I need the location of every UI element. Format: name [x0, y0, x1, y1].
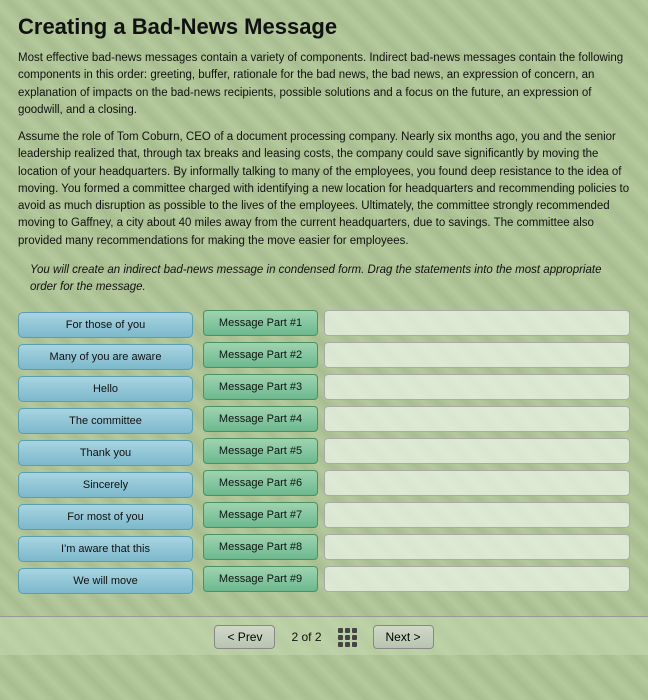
target-slot-8[interactable]: [324, 534, 630, 560]
target-label-2: Message Part #2: [203, 342, 318, 368]
source-many-aware[interactable]: Many of you are aware: [18, 344, 193, 370]
target-label-3: Message Part #3: [203, 374, 318, 400]
source-thank-you[interactable]: Thank you: [18, 440, 193, 466]
source-for-most[interactable]: For most of you: [18, 504, 193, 530]
target-slot-6[interactable]: [324, 470, 630, 496]
next-button[interactable]: Next >: [373, 625, 434, 649]
source-committee[interactable]: The committee: [18, 408, 193, 434]
prev-button[interactable]: < Prev: [214, 625, 275, 649]
scenario-text: Assume the role of Tom Coburn, CEO of a …: [18, 129, 630, 250]
source-we-will[interactable]: We will move: [18, 568, 193, 594]
target-slot-5[interactable]: [324, 438, 630, 464]
page-title: Creating a Bad-News Message: [18, 14, 630, 40]
page-info: 2 of 2: [291, 630, 321, 644]
drag-area: For those of you Many of you are aware H…: [18, 310, 630, 594]
target-label-1: Message Part #1: [203, 310, 318, 336]
target-labels: Message Part #1 Message Part #2 Message …: [203, 310, 318, 594]
target-slots: [324, 310, 630, 594]
source-hello[interactable]: Hello: [18, 376, 193, 402]
source-sincerely[interactable]: Sincerely: [18, 472, 193, 498]
target-label-7: Message Part #7: [203, 502, 318, 528]
target-label-8: Message Part #8: [203, 534, 318, 560]
source-for-those[interactable]: For those of you: [18, 312, 193, 338]
intro-text: Most effective bad-news messages contain…: [18, 50, 630, 119]
target-slot-7[interactable]: [324, 502, 630, 528]
target-label-5: Message Part #5: [203, 438, 318, 464]
target-label-9: Message Part #9: [203, 566, 318, 592]
drag-targets-wrapper: Message Part #1 Message Part #2 Message …: [203, 310, 630, 594]
target-label-4: Message Part #4: [203, 406, 318, 432]
source-im-aware[interactable]: I'm aware that this: [18, 536, 193, 562]
instruction-text: You will create an indirect bad-news mes…: [18, 262, 630, 297]
grid-icon: [338, 628, 357, 647]
drag-sources: For those of you Many of you are aware H…: [18, 310, 203, 594]
target-slot-1[interactable]: [324, 310, 630, 336]
target-slot-2[interactable]: [324, 342, 630, 368]
target-slot-3[interactable]: [324, 374, 630, 400]
footer: < Prev 2 of 2 Next >: [0, 616, 648, 655]
target-label-6: Message Part #6: [203, 470, 318, 496]
target-slot-4[interactable]: [324, 406, 630, 432]
target-slot-9[interactable]: [324, 566, 630, 592]
